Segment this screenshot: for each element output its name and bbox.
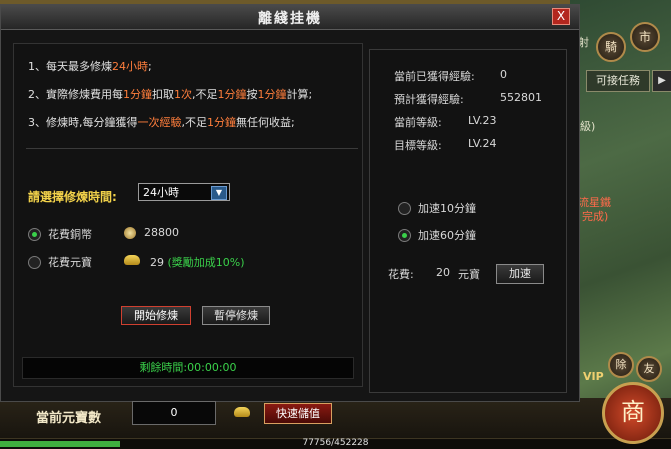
speedup-cost-unit: 元寶 [458,268,480,281]
speedup-cost-label: 花費: [388,268,414,281]
speedup-cost-value: 20 [436,266,450,279]
current-gold-label: 當前元寶數 [36,411,102,426]
gained-exp-value: 0 [500,68,507,81]
close-button[interactable]: X [552,8,570,25]
current-level-label: 當前等級: [394,116,442,129]
friends-button[interactable]: 友 [636,356,662,382]
gold-cost-row: 29 (獎勵加成10%) [150,254,245,270]
speedup-10-radio[interactable] [398,202,411,215]
offline-training-dialog: 離綫挂機 X 1、每天最多修煉24小時; 2、實際修煉費用每1分鐘扣取1次,不足… [0,4,580,402]
start-training-button[interactable]: 開始修煉 [121,306,191,325]
gold-ingot-icon [124,255,140,265]
duration-selected-value: 24小時 [143,186,179,199]
shop-button[interactable]: 商 [602,382,664,444]
speedup-button[interactable]: 加速 [496,264,544,284]
pause-training-button[interactable]: 暫停修煉 [202,306,270,325]
pay-copper-radio[interactable] [28,228,41,241]
scene-fragment-text: 完成) [582,210,609,223]
target-level-value: LV.24 [468,137,497,150]
experience-bar: 77756/452228 [0,438,671,449]
quick-recharge-button[interactable]: 快速儲值 [264,403,332,424]
current-level-value: LV.23 [468,114,497,127]
target-level-label: 目標等級: [394,139,442,152]
quest-panel-toggle-icon[interactable]: ▶ [652,70,671,92]
dialog-title: 離綫挂機 [258,11,322,27]
training-settings-panel: 1、每天最多修煉24小時; 2、實際修煉費用每1分鐘扣取1次,不足1分鐘按1分鐘… [13,43,363,387]
gained-exp-label: 當前已獲得經驗: [394,70,475,83]
speedup-10-label: 加速10分鐘 [418,202,476,215]
dialog-title-bar[interactable]: 離綫挂機 X [1,5,579,30]
available-quests-button[interactable]: 可接任務 [586,70,650,92]
rule-line-2: 2、實際修煉費用每1分鐘扣取1次,不足1分鐘按1分鐘計算; [28,88,313,101]
mount-button[interactable]: 騎 [596,32,626,62]
market-button[interactable]: 市 [630,22,660,52]
duration-select[interactable]: 24小時 ▼ [138,183,230,201]
expected-exp-label: 預計獲得經驗: [394,93,464,106]
pay-gold-radio[interactable] [28,256,41,269]
rule-line-1: 1、每天最多修煉24小時; [28,60,152,73]
pay-gold-label: 花費元寶 [48,256,92,269]
experience-text: 77756/452228 [302,438,369,448]
copper-cost-value: 28800 [144,226,179,239]
team-button[interactable]: 除 [608,352,634,378]
chevron-down-icon[interactable]: ▼ [211,186,227,200]
pay-copper-label: 花費銅幣 [48,228,92,241]
gold-cost-value: 29 [150,256,164,269]
scene-fragment-text: 級) [580,120,596,133]
gold-ingot-icon [234,407,250,417]
current-gold-value: 0 [132,401,216,425]
gold-bonus-text: (獎勵加成10%) [167,256,245,269]
remaining-time: 剩餘時間:00:00:00 [22,357,354,379]
rule-line-3: 3、修煉時,每分鐘獲得一次經驗,不足1分鐘無任何收益; [28,116,295,129]
duration-label: 請選擇修煉時間: [28,190,117,204]
section-divider [26,148,358,149]
speedup-60-radio[interactable] [398,229,411,242]
vip-badge[interactable]: VIP [583,370,604,383]
copper-coin-icon [124,227,136,239]
experience-info-panel: 當前已獲得經驗: 0 預計獲得經驗: 552801 當前等級: LV.23 目標… [369,49,567,393]
expected-exp-value: 552801 [500,91,542,104]
speedup-60-label: 加速60分鐘 [418,229,476,242]
